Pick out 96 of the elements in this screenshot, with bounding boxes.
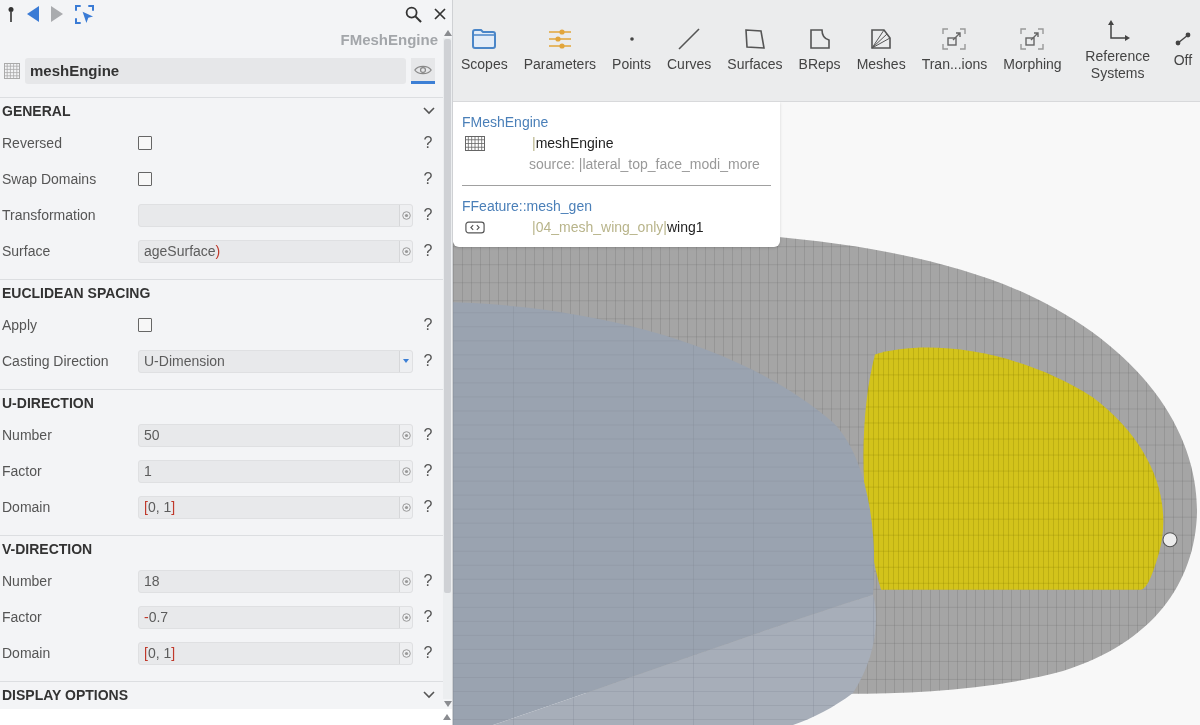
toolbar-button[interactable]: Reference Systems <box>1077 0 1158 101</box>
section-title: EUCLIDEAN SPACING <box>2 284 151 302</box>
selection-icon[interactable] <box>75 4 94 24</box>
toolbar-button[interactable]: Surfaces <box>727 0 783 101</box>
section-title: U-DIRECTION <box>2 394 94 412</box>
text-field[interactable]: 50 <box>138 423 413 447</box>
search-icon[interactable] <box>405 5 422 23</box>
dropdown[interactable]: U-Dimension <box>138 349 413 373</box>
field-label: Domain <box>2 499 51 515</box>
checkbox[interactable] <box>138 318 152 332</box>
scrollbar-track[interactable] <box>443 38 452 699</box>
back-icon[interactable] <box>27 6 39 22</box>
chevron-icon[interactable] <box>423 107 435 115</box>
line-icon <box>678 28 701 50</box>
toolbar-button[interactable]: Parameters <box>523 0 597 101</box>
curved-shape-icon <box>808 28 831 50</box>
sliders-icon <box>546 28 573 50</box>
help-button[interactable]: ? <box>423 206 433 224</box>
target-icon[interactable] <box>401 502 411 512</box>
help-button[interactable]: ? <box>423 608 433 626</box>
help-button[interactable]: ? <box>423 242 433 260</box>
section-title: GENERAL <box>2 102 71 120</box>
target-icon[interactable] <box>401 246 411 256</box>
type-label: FMeshEngine <box>340 30 438 50</box>
text-field[interactable]: ageSurface) <box>138 239 413 263</box>
target-icon[interactable] <box>401 612 411 622</box>
field-label: Number <box>2 573 52 589</box>
checkbox[interactable] <box>138 136 152 150</box>
help-button[interactable]: ? <box>423 426 433 444</box>
toolbar-button[interactable]: Off <box>1173 0 1193 101</box>
field-label: Transformation <box>2 207 96 223</box>
help-button[interactable]: ? <box>423 462 433 480</box>
field-label: Casting Direction <box>2 353 109 369</box>
caret-icon[interactable] <box>403 359 409 363</box>
scroll-up-icon[interactable] <box>443 30 452 36</box>
target-icon[interactable] <box>401 430 411 440</box>
entity-path: |04_mesh_wing_only|wing1 <box>532 218 704 237</box>
target-icon[interactable] <box>401 466 411 476</box>
field-label: Factor <box>2 463 42 479</box>
field-label: Apply <box>2 317 38 333</box>
scroll-down-icon[interactable] <box>443 701 452 707</box>
target-icon[interactable] <box>401 210 411 220</box>
checkbox[interactable] <box>138 172 152 186</box>
source-text: source: |lateral_top_face_modi_more <box>529 156 760 172</box>
help-button[interactable]: ? <box>423 316 433 334</box>
grid-icon <box>465 136 485 151</box>
axes-icon <box>1105 19 1130 42</box>
field-label: Number <box>2 427 52 443</box>
target-icon[interactable] <box>401 648 411 658</box>
toolbar-button[interactable]: Points <box>612 0 651 101</box>
help-button[interactable]: ? <box>423 170 433 188</box>
text-field[interactable]: [0, 1] <box>138 641 413 665</box>
toolbar-button[interactable]: Morphing <box>1003 0 1062 101</box>
help-button[interactable]: ? <box>423 572 433 590</box>
toolbar-button[interactable]: Scopes <box>461 0 508 101</box>
toolbar-button[interactable]: Tran...ions <box>921 0 988 101</box>
toolbar-button[interactable]: Curves <box>667 0 712 101</box>
visibility-toggle[interactable] <box>411 58 435 84</box>
folder-icon <box>471 28 498 50</box>
help-button[interactable]: ? <box>423 644 433 662</box>
node-line-icon <box>1174 32 1191 46</box>
quadrilateral-icon <box>743 28 766 50</box>
close-icon[interactable] <box>434 8 446 20</box>
name-field[interactable]: meshEngine <box>25 58 406 84</box>
field-label: Domain <box>2 645 51 661</box>
scroll-up-icon[interactable] <box>443 714 451 720</box>
type-name: FFeature::mesh_gen <box>462 198 592 214</box>
entity-path: |meshEngine <box>532 134 614 153</box>
pin-icon[interactable] <box>7 6 15 22</box>
grid-icon <box>4 63 20 79</box>
dashed-frame-arrow-icon <box>1020 28 1045 50</box>
help-button[interactable]: ? <box>423 498 433 516</box>
scrollbar-thumb[interactable] <box>444 39 451 593</box>
text-field[interactable]: 1 <box>138 459 413 483</box>
help-button[interactable]: ? <box>423 134 433 152</box>
dashed-frame-arrow-icon <box>942 28 967 50</box>
toolbar-button[interactable]: BReps <box>798 0 841 101</box>
field-label: Surface <box>2 243 51 259</box>
eye-icon <box>414 63 432 76</box>
field-label: Swap Domains <box>2 171 97 187</box>
code-icon <box>465 221 485 234</box>
target-icon[interactable] <box>401 576 411 586</box>
text-field[interactable]: [0, 1] <box>138 495 413 519</box>
type-name: FMeshEngine <box>462 114 549 130</box>
toolbar-button[interactable]: Meshes <box>856 0 906 101</box>
triangulated-shape-icon <box>870 28 893 50</box>
dot-icon <box>629 37 634 41</box>
chevron-icon[interactable] <box>423 691 435 699</box>
help-button[interactable]: ? <box>423 352 433 370</box>
field-label: Factor <box>2 609 42 625</box>
text-field[interactable]: 18 <box>138 569 413 593</box>
text-field[interactable]: -0.7 <box>138 605 413 629</box>
field-label: Reversed <box>2 135 62 151</box>
text-field[interactable] <box>138 203 413 227</box>
section-title: DISPLAY OPTIONS <box>2 686 129 704</box>
section-title: V-DIRECTION <box>2 540 93 558</box>
